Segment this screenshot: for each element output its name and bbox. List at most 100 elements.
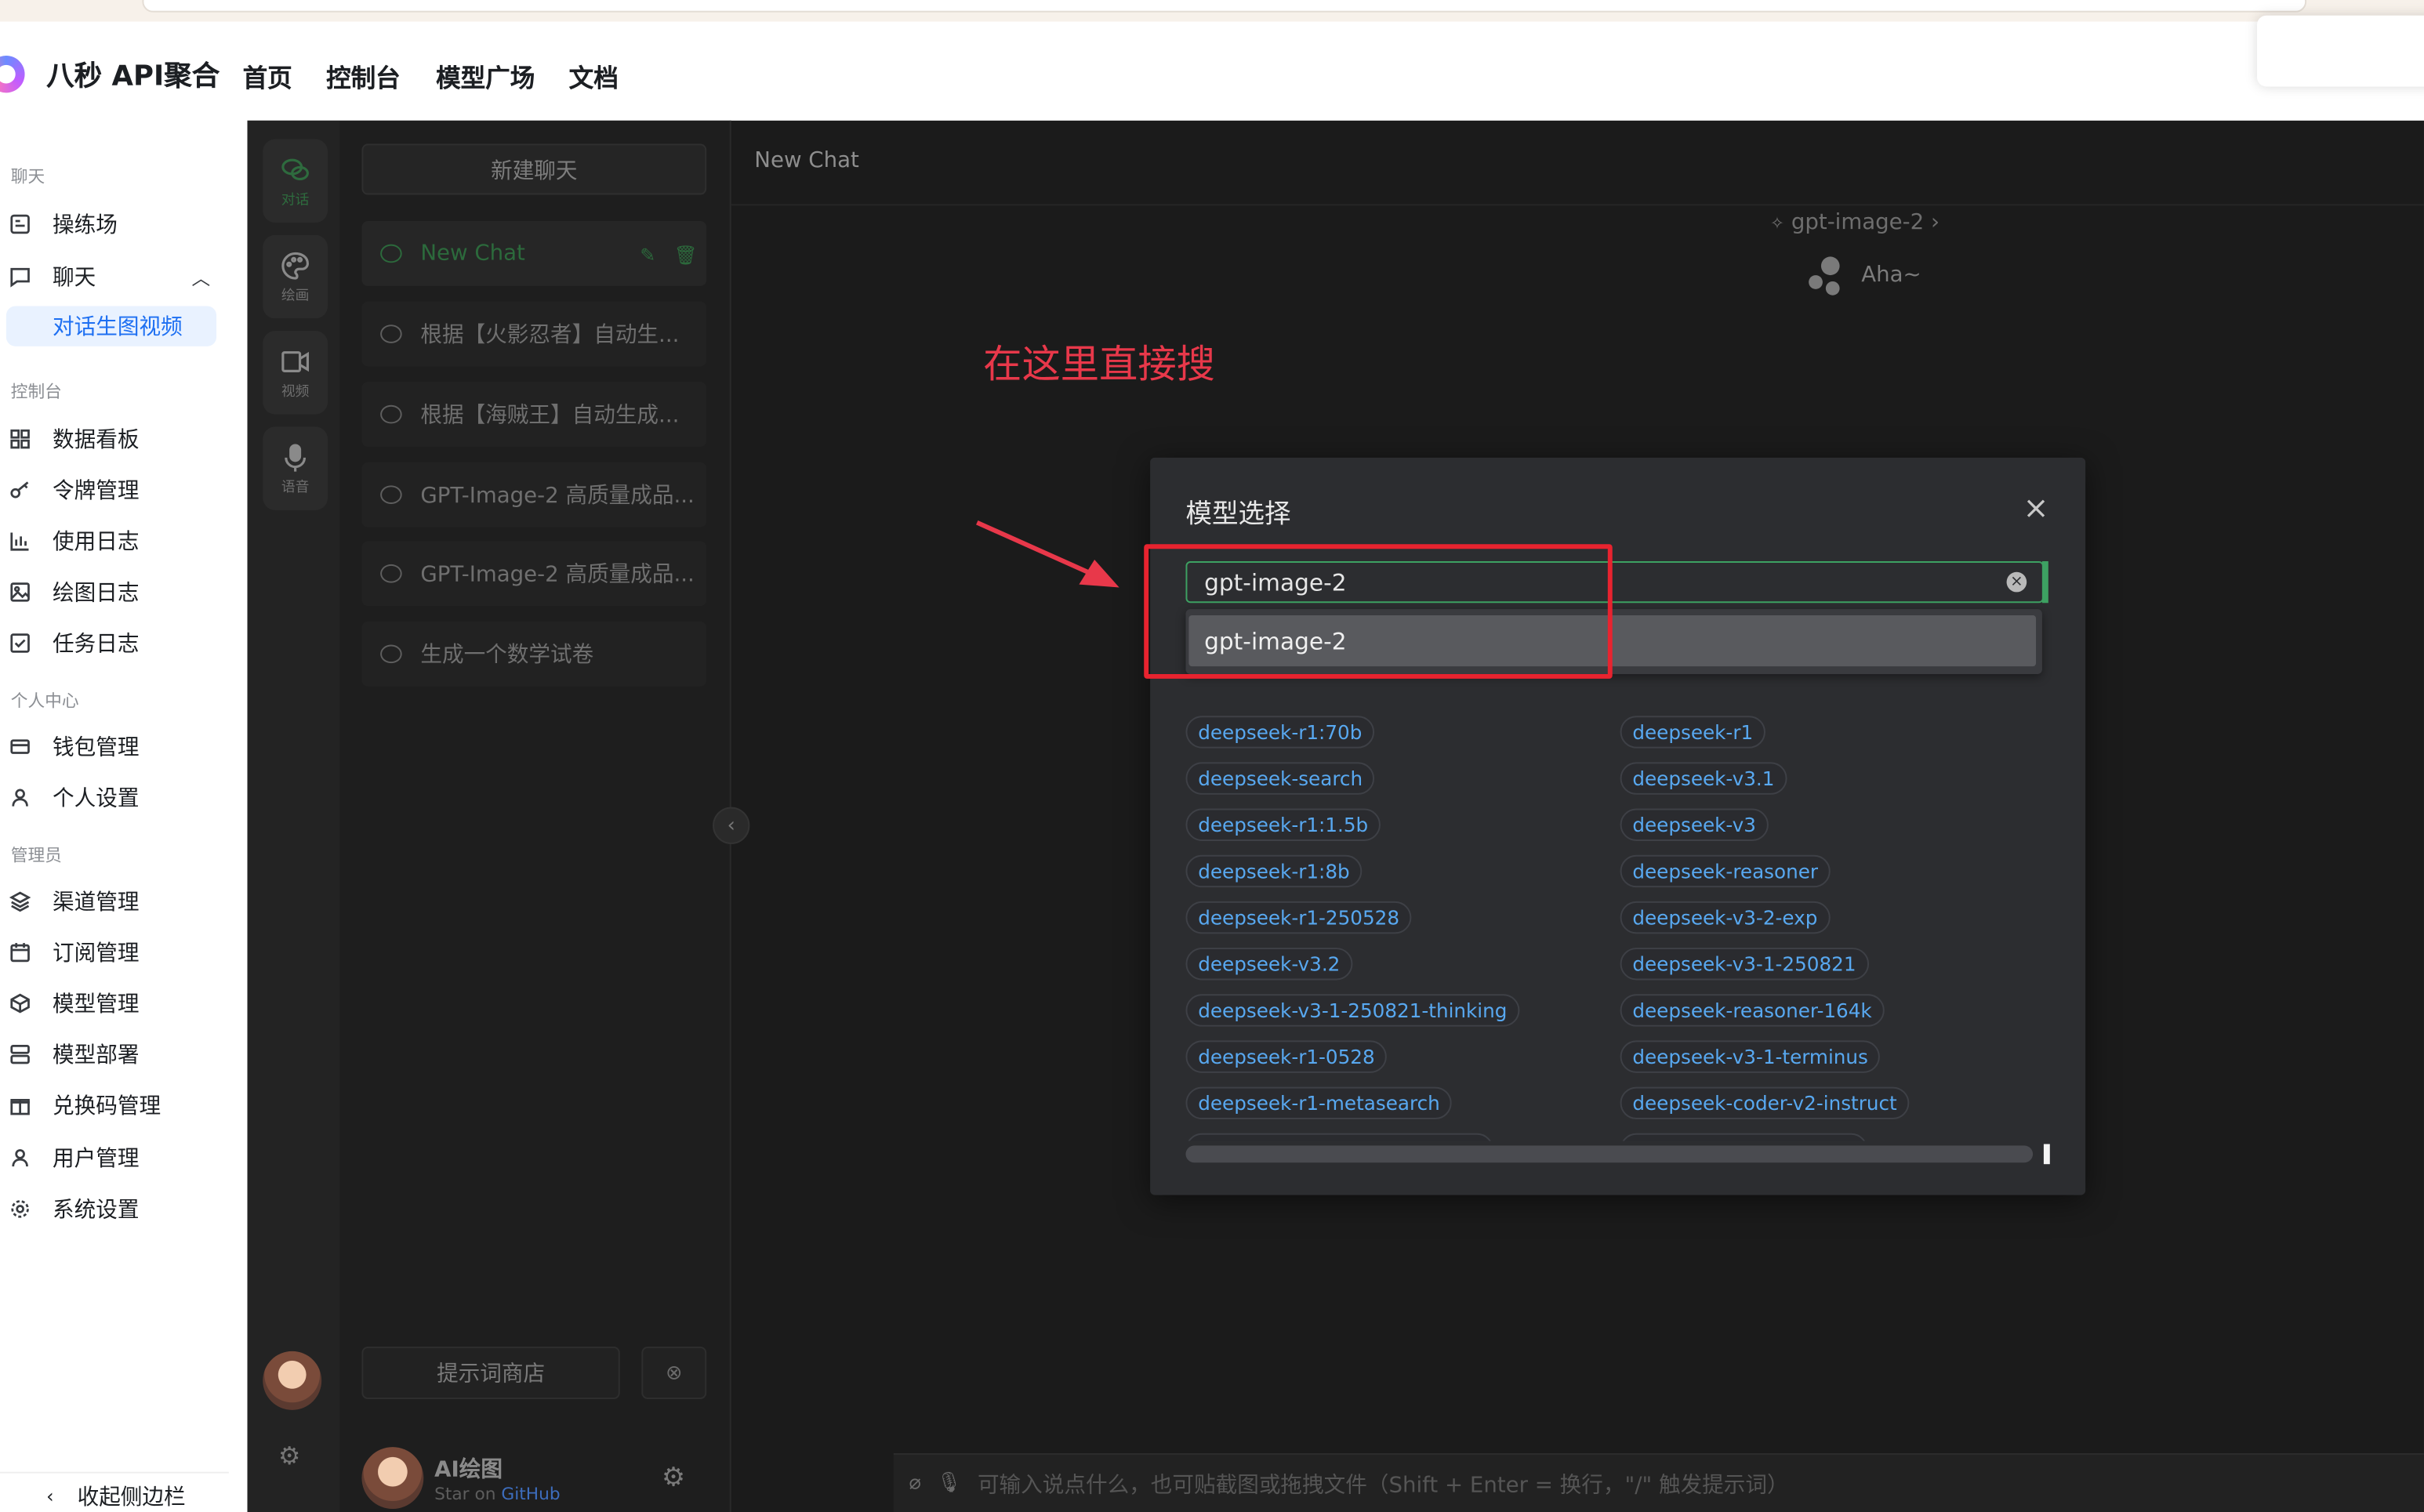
- model-tag[interactable]: deepseek-r1:8b: [1185, 854, 1363, 888]
- chat-bubble-icon: [380, 485, 402, 504]
- model-tag[interactable]: deepseek-search: [1185, 762, 1375, 795]
- horizontal-scrollbar[interactable]: [1185, 1145, 2034, 1163]
- model-tag[interactable]: deepseek-r1: [1620, 716, 1765, 749]
- rail-voice-label: 语音: [281, 480, 310, 496]
- trash-icon[interactable]: 🗑: [674, 245, 698, 267]
- chat-item-title: 生成一个数学试卷: [420, 643, 594, 669]
- chevron-up-icon: ︿: [191, 267, 211, 288]
- sidebar-item-task-log[interactable]: 任务日志: [9, 623, 226, 663]
- sidebar: 聊天 操练场 聊天 ︿ 对话生图视频 控制台 数据看板 令牌管理 使用日志 绘图…: [0, 120, 248, 1512]
- sidebar-item-models[interactable]: 模型管理: [9, 983, 226, 1023]
- annotation-arrow: [976, 520, 1119, 588]
- model-tag[interactable]: deepseek-r1-distill-llama-70b: [1185, 1133, 1493, 1141]
- model-tag[interactable]: deepseek-v3-2-exp: [1620, 901, 1831, 934]
- sidebar-item-redeem-codes[interactable]: 兑换码管理: [9, 1086, 226, 1126]
- user-icon: [9, 787, 31, 809]
- nav-home[interactable]: 首页: [243, 57, 292, 94]
- sidebar-item-draw-log[interactable]: 绘图日志: [9, 572, 226, 612]
- model-tag[interactable]: deepseek-r1-metasearch: [1185, 1086, 1453, 1120]
- model-tag[interactable]: deepseek-r1-250528: [1185, 901, 1412, 934]
- sparkle-icon: ✧: [1769, 213, 1785, 234]
- sidebar-item-wallet[interactable]: 钱包管理: [9, 727, 226, 767]
- sidebar-item-chat[interactable]: 聊天 ︿: [9, 256, 226, 296]
- model-tag[interactable]: deepseek-r1-0528: [1185, 1040, 1388, 1073]
- chat-item[interactable]: New Chat ✎ 🗑: [361, 221, 707, 286]
- model-tag[interactable]: deepseek-v3-1-250821-thinking: [1185, 994, 1520, 1027]
- attach-icon[interactable]: ⌀: [909, 1472, 920, 1496]
- user-icon: [9, 1148, 31, 1169]
- chat-item-title: New Chat: [420, 241, 525, 267]
- prompt-store-button[interactable]: 提示词商店: [361, 1346, 620, 1400]
- clear-search-icon[interactable]: ×: [2006, 571, 2027, 593]
- chat-item[interactable]: 生成一个数学试卷: [361, 621, 707, 687]
- sidebar-item-system-settings[interactable]: 系统设置: [9, 1189, 226, 1229]
- header-user-card[interactable]: [2257, 15, 2424, 87]
- gift-icon: [9, 1094, 31, 1116]
- sidebar-item-playground[interactable]: 操练场: [9, 204, 226, 244]
- icon-rail: [247, 120, 340, 1512]
- rail-painting[interactable]: 绘画: [263, 234, 328, 319]
- dashboard-icon: [9, 428, 31, 450]
- sidebar-item-users[interactable]: 用户管理: [9, 1138, 226, 1178]
- sidebar-item-usage-log[interactable]: 使用日志: [9, 521, 226, 561]
- sidebar-item-label: 模型部署: [53, 1043, 140, 1068]
- chat-item[interactable]: GPT-Image-2 高质量成品...: [361, 462, 707, 528]
- sidebar-item-subscriptions[interactable]: 订阅管理: [9, 932, 226, 972]
- nav-docs[interactable]: 文档: [569, 57, 619, 94]
- task-icon: [9, 633, 31, 654]
- collapse-panel-button[interactable]: ‹: [713, 807, 750, 844]
- model-tag[interactable]: deepseek-coder-v2-instruct: [1620, 1086, 1910, 1120]
- mic-icon[interactable]: 🎙: [937, 1472, 963, 1496]
- rail-chat[interactable]: 对话: [263, 139, 328, 223]
- sidebar-item-label: 聊天: [53, 266, 96, 291]
- collapse-sidebar-button[interactable]: ‹ 收起侧边栏: [0, 1471, 229, 1512]
- sidebar-item-personal-settings[interactable]: 个人设置: [9, 778, 226, 818]
- close-icon[interactable]: ×: [2020, 491, 2051, 522]
- rail-video[interactable]: 视频: [263, 331, 328, 415]
- model-tag[interactable]: deepseek-v3.2: [1185, 948, 1353, 981]
- sidebar-item-channels[interactable]: 渠道管理: [9, 881, 226, 921]
- user-avatar[interactable]: [361, 1447, 424, 1510]
- main-header: [731, 121, 2424, 206]
- chat-item-title: GPT-Image-2 高质量成品...: [420, 562, 695, 588]
- section-chat-title: 聊天: [10, 167, 45, 187]
- new-chat-button[interactable]: 新建聊天: [361, 143, 707, 195]
- chat-item[interactable]: 根据【海贼王】自动生成...: [361, 382, 707, 448]
- edit-icon[interactable]: ✎: [640, 245, 655, 267]
- model-tag[interactable]: deepseek-v3: [1620, 808, 1769, 841]
- model-tag[interactable]: deepseek-reasoner: [1620, 854, 1831, 888]
- vertical-scrollbar[interactable]: [2043, 1144, 2050, 1165]
- model-selector[interactable]: ✧ gpt-image-2 ›: [1770, 210, 1940, 235]
- nav-model-square[interactable]: 模型广场: [436, 57, 535, 94]
- model-tag[interactable]: deepseek-r1:70b: [1185, 716, 1375, 749]
- sidebar-item-dashboard[interactable]: 数据看板: [9, 419, 226, 459]
- message-input-bar[interactable]: ⌀ 🎙 可输入说点什么，也可贴截图或拖拽文件（Shift + Enter = 换…: [893, 1453, 2424, 1512]
- rail-settings-icon[interactable]: ⚙: [278, 1441, 300, 1470]
- mic-icon: [285, 443, 307, 471]
- model-tag[interactable]: deepseek-reasoner-164k: [1620, 994, 1885, 1027]
- model-tag[interactable]: deepseek-v3-1-250821: [1620, 948, 1869, 981]
- rail-voice[interactable]: 语音: [263, 426, 328, 510]
- sidebar-item-chat-image-video[interactable]: 对话生图视频: [5, 306, 217, 346]
- brand-name[interactable]: 八秒 API聚合: [46, 54, 220, 94]
- sidebar-item-deploy[interactable]: 模型部署: [9, 1035, 226, 1075]
- sidebar-item-label: 令牌管理: [53, 479, 140, 504]
- annotation-highlight-box: [1144, 544, 1613, 679]
- palette-icon: [281, 251, 309, 279]
- github-link[interactable]: GitHub: [501, 1484, 560, 1504]
- nav-console[interactable]: 控制台: [326, 57, 401, 94]
- sidebar-item-label: 渠道管理: [53, 890, 140, 916]
- clear-icon[interactable]: ⊗: [641, 1346, 707, 1400]
- model-tag[interactable]: deepseek-llm-67b-chat: [1620, 1133, 1868, 1141]
- model-tag[interactable]: deepseek-v3-1-terminus: [1620, 1040, 1881, 1073]
- model-tag[interactable]: deepseek-r1:1.5b: [1185, 808, 1381, 841]
- wallet-icon: [9, 736, 31, 758]
- chat-item[interactable]: GPT-Image-2 高质量成品...: [361, 541, 707, 607]
- chat-item[interactable]: 根据【火影忍者】自动生...: [361, 301, 707, 367]
- user-name: AI绘图: [434, 1457, 503, 1483]
- rail-avatar[interactable]: [263, 1351, 322, 1410]
- model-tag[interactable]: deepseek-v3.1: [1620, 762, 1787, 795]
- sidebar-item-tokens[interactable]: 令牌管理: [9, 470, 226, 510]
- user-subtitle-prefix: Star on: [434, 1484, 496, 1505]
- user-settings-icon[interactable]: ⚙: [662, 1463, 685, 1493]
